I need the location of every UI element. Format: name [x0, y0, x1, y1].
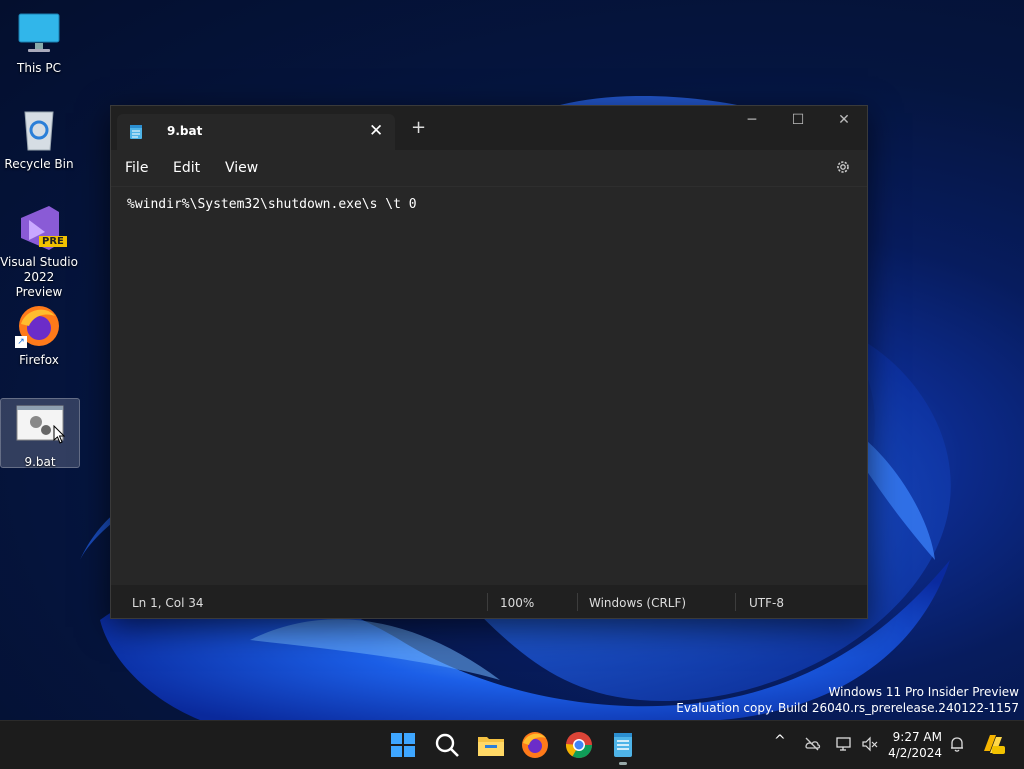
start-icon: [391, 733, 415, 757]
notepad-taskbar-button[interactable]: [607, 729, 639, 761]
desktop-icon-label: Recycle Bin: [4, 157, 74, 171]
clock-time: 9:27 AM: [892, 730, 942, 744]
status-zoom[interactable]: 100%: [500, 596, 534, 610]
tab-9-bat[interactable]: 9.bat ✕: [117, 114, 395, 150]
watermark-line-1: Windows 11 Pro Insider Preview: [828, 685, 1019, 699]
menu-view[interactable]: View: [225, 160, 258, 176]
start-button[interactable]: [387, 729, 419, 761]
tab-close-icon[interactable]: ✕: [369, 121, 383, 141]
notepad-window: 9.bat ✕ + ─ ☐ ✕ File Edit View %windir%\…: [110, 105, 868, 619]
status-line-ending[interactable]: Windows (CRLF): [589, 596, 686, 610]
firefox-taskbar-button[interactable]: [519, 729, 551, 761]
new-tab-button[interactable]: +: [411, 118, 426, 138]
mouse-cursor-icon: [53, 425, 65, 444]
file-explorer-button[interactable]: [475, 729, 507, 761]
status-bar: Ln 1, Col 34 100% Windows (CRLF) UTF-8: [111, 585, 867, 618]
chrome-icon: [565, 732, 593, 759]
visual-studio-icon: PRE: [15, 204, 67, 252]
status-divider: [735, 593, 736, 611]
status-divider: [577, 593, 578, 611]
desktop-icon-label: Firefox: [19, 353, 59, 367]
firefox-icon: ↗: [15, 302, 63, 350]
taskbar: ^ 9:27 AM 4/2/2024: [0, 720, 1024, 769]
status-divider: [487, 593, 488, 611]
desktop-icon-label: This PC: [17, 61, 61, 75]
search-icon: [435, 733, 459, 757]
minimize-button[interactable]: ─: [729, 112, 775, 128]
desktop-icon-visual-studio[interactable]: PRE Visual Studio 2022 Preview: [0, 204, 78, 300]
desktop-icon-this-pc[interactable]: This PC: [0, 10, 78, 76]
status-encoding[interactable]: UTF-8: [749, 596, 784, 610]
maximize-button[interactable]: ☐: [775, 112, 821, 128]
tab-title: 9.bat: [167, 124, 203, 138]
file-explorer-icon: [478, 737, 504, 756]
onedrive-offline-icon[interactable]: [803, 735, 821, 753]
preview-badge: PRE: [39, 236, 67, 247]
chrome-taskbar-button[interactable]: [563, 729, 595, 761]
evaluation-watermark: Windows 11 Pro Insider Preview Evaluatio…: [676, 684, 1019, 716]
volume-muted-icon[interactable]: [861, 735, 879, 753]
active-app-indicator: [619, 762, 627, 765]
menu-bar: File Edit View: [111, 150, 867, 186]
shortcut-arrow-icon: ↗: [15, 336, 27, 348]
notification-bell-icon[interactable]: [948, 735, 966, 753]
search-button[interactable]: [431, 729, 463, 761]
copilot-preview-icon[interactable]: [980, 731, 1006, 757]
firefox-icon: [522, 732, 548, 758]
network-icon[interactable]: [835, 735, 853, 753]
clock[interactable]: 9:27 AM 4/2/2024: [888, 729, 942, 761]
desktop-icon-firefox[interactable]: ↗ Firefox: [0, 302, 78, 368]
text-editor[interactable]: %windir%\System32\shutdown.exe\s \t 0: [111, 186, 867, 584]
desktop-icon-label: 9.bat: [24, 455, 56, 469]
settings-gear-icon[interactable]: [835, 159, 851, 179]
title-bar[interactable]: 9.bat ✕ + ─ ☐ ✕: [111, 106, 867, 150]
desktop-icon-label: Visual Studio 2022 Preview: [0, 255, 78, 299]
monitor-icon: [15, 10, 63, 58]
status-cursor-position: Ln 1, Col 34: [132, 596, 204, 610]
watermark-line-2: Evaluation copy. Build 26040.rs_prerelea…: [676, 701, 1019, 715]
menu-edit[interactable]: Edit: [173, 160, 200, 176]
desktop-icon-9-bat[interactable]: 9.bat: [0, 398, 80, 469]
editor-content[interactable]: %windir%\System32\shutdown.exe\s \t 0: [127, 197, 417, 212]
show-hidden-icons-chevron[interactable]: ^: [774, 733, 786, 749]
notepad-icon: [614, 733, 632, 757]
clock-date: 4/2/2024: [888, 746, 942, 760]
recycle-bin-icon: [15, 106, 63, 154]
menu-file[interactable]: File: [125, 160, 148, 176]
close-window-button[interactable]: ✕: [821, 112, 867, 128]
notepad-icon: [129, 124, 143, 144]
desktop-icon-recycle-bin[interactable]: Recycle Bin: [0, 106, 78, 172]
